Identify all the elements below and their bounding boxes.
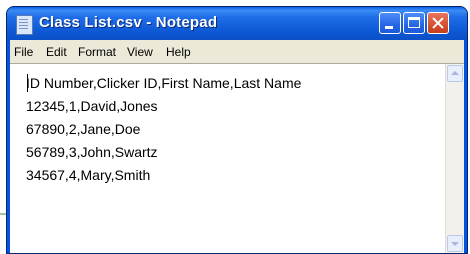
notepad-icon[interactable] xyxy=(16,15,33,35)
text-caret xyxy=(27,74,28,92)
scroll-up-button[interactable] xyxy=(447,65,463,82)
menu-format[interactable]: Format xyxy=(78,45,116,59)
menu-file[interactable]: File xyxy=(14,45,33,59)
maximize-button[interactable] xyxy=(403,12,425,34)
scroll-down-button[interactable] xyxy=(447,235,463,252)
document-line: ID Number,Clicker ID,First Name,Last Nam… xyxy=(26,75,302,91)
window-title: Class List.csv - Notepad xyxy=(39,14,218,31)
notepad-window: Class List.csv - Notepad File Edit Forma… xyxy=(6,6,468,254)
menu-help[interactable]: Help xyxy=(166,45,191,59)
document-line: 67890,2,Jane,Doe xyxy=(26,121,141,137)
document-line: 12345,1,David,Jones xyxy=(26,98,158,114)
vertical-scrollbar[interactable] xyxy=(445,64,464,253)
close-button[interactable] xyxy=(427,12,449,34)
document-line: 56789,3,John,Swartz xyxy=(26,144,158,160)
menu-edit[interactable]: Edit xyxy=(46,45,67,59)
text-editor[interactable]: ID Number,Clicker ID,First Name,Last Nam… xyxy=(10,63,464,253)
chevron-down-icon xyxy=(451,242,459,246)
chevron-up-icon xyxy=(451,71,459,75)
document-text[interactable]: ID Number,Clicker ID,First Name,Last Nam… xyxy=(26,72,301,187)
menu-bar: File Edit Format View Help xyxy=(10,40,464,63)
maximize-icon xyxy=(408,17,420,28)
close-icon xyxy=(428,13,448,33)
minimize-icon xyxy=(385,26,393,29)
minimize-button[interactable] xyxy=(379,12,401,34)
document-line: 34567,4,Mary,Smith xyxy=(26,167,151,183)
menu-view[interactable]: View xyxy=(127,45,153,59)
title-bar[interactable]: Class List.csv - Notepad xyxy=(7,7,467,40)
